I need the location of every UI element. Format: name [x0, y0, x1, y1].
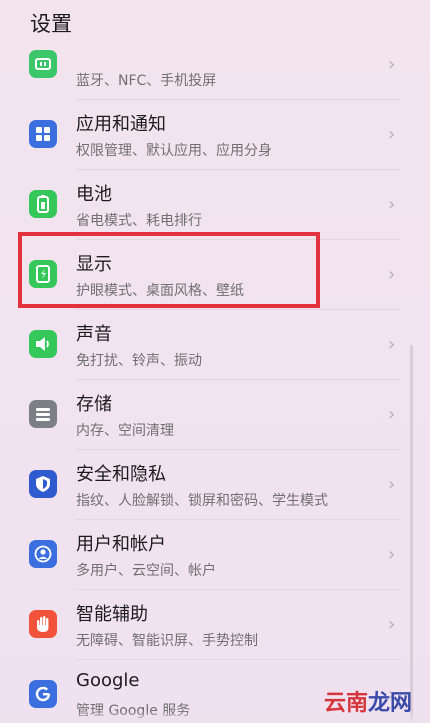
chevron-right-icon: ›: [388, 404, 396, 425]
settings-item-title: 智能辅助: [76, 604, 148, 625]
settings-item-title: 安全和隐私: [76, 464, 166, 485]
chevron-right-icon: ›: [388, 124, 396, 145]
watermark-part-2: 龙网: [367, 691, 412, 716]
user-account-icon: [29, 540, 57, 568]
shield-icon: [29, 470, 57, 498]
settings-item-subtitle: 指纹、人脸解锁、锁屏和密码、学生模式: [76, 493, 328, 509]
settings-item-security-privacy[interactable]: 安全和隐私 指纹、人脸解锁、锁屏和密码、学生模式 ›: [0, 450, 430, 520]
scrollbar[interactable]: [410, 345, 413, 723]
settings-item-title: 声音: [76, 324, 112, 345]
google-icon: [29, 680, 57, 708]
settings-item-smart-assistance[interactable]: 智能辅助 无障碍、智能识屏、手势控制 ›: [0, 590, 430, 660]
settings-item-subtitle: 蓝牙、NFC、手机投屏: [76, 73, 217, 89]
settings-item-storage[interactable]: 存储 内存、空间清理 ›: [0, 380, 430, 450]
device-connection-icon: [29, 50, 57, 78]
hand-icon: [29, 610, 57, 638]
battery-icon: [29, 190, 57, 218]
chevron-right-icon: ›: [388, 54, 396, 75]
settings-item-title: Google: [76, 670, 140, 691]
settings-item-subtitle: 权限管理、默认应用、应用分身: [76, 143, 272, 159]
page-title: 设置: [30, 12, 72, 36]
speaker-icon: [29, 330, 57, 358]
app-header: 设置: [0, 0, 430, 44]
settings-item-subtitle: 内存、空间清理: [76, 423, 174, 439]
chevron-right-icon: ›: [388, 334, 396, 355]
watermark: 云南龙网: [324, 685, 412, 717]
settings-screen: 蓝牙、NFC、手机投屏 › 应用和通知 权限管理、默认应用、应用分身 › 电池 …: [0, 0, 430, 723]
settings-item-subtitle: 多用户、云空间、帐户: [76, 563, 216, 579]
settings-item-subtitle: 省电模式、耗电排行: [76, 213, 202, 229]
settings-item-sound[interactable]: 声音 免打扰、铃声、振动 ›: [0, 310, 430, 380]
settings-item-title: 用户和帐户: [76, 534, 166, 555]
settings-item-apps-notifications[interactable]: 应用和通知 权限管理、默认应用、应用分身 ›: [0, 100, 430, 170]
chevron-right-icon: ›: [388, 264, 396, 285]
settings-item-battery[interactable]: 电池 省电模式、耗电排行 ›: [0, 170, 430, 240]
watermark-part-1: 云南: [323, 691, 368, 716]
settings-item-title: 应用和通知: [76, 114, 166, 135]
storage-icon: [29, 400, 57, 428]
settings-item-subtitle: 免打扰、铃声、振动: [76, 353, 202, 369]
chevron-right-icon: ›: [388, 614, 396, 635]
chevron-right-icon: ›: [388, 474, 396, 495]
settings-item-users-accounts[interactable]: 用户和帐户 多用户、云空间、帐户 ›: [0, 520, 430, 590]
settings-item-title: 电池: [76, 184, 112, 205]
apps-grid-icon: [29, 120, 57, 148]
settings-item-subtitle: 无障碍、智能识屏、手势控制: [76, 633, 258, 649]
highlight-box: [18, 232, 320, 308]
settings-list: 蓝牙、NFC、手机投屏 › 应用和通知 权限管理、默认应用、应用分身 › 电池 …: [0, 0, 430, 723]
settings-item-title: 存储: [76, 394, 112, 415]
chevron-right-icon: ›: [388, 544, 396, 565]
chevron-right-icon: ›: [388, 194, 396, 215]
